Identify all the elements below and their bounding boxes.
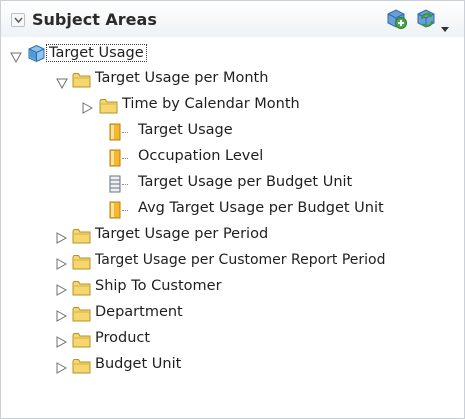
tree-item-department[interactable]: Department [1, 301, 464, 327]
tree-item-label: Target Usage [46, 44, 147, 62]
subject-areas-panel: Subject Areas Target Usage Target Usage … [0, 0, 465, 419]
tree-item-label: Target Usage per Month [95, 70, 269, 86]
panel-header: Subject Areas [1, 1, 464, 37]
tree-item-avg-target-usage-per-budget-unit[interactable]: Avg Target Usage per Budget Unit [1, 197, 464, 223]
collapsed-triangle-icon[interactable] [56, 255, 68, 274]
add-subject-area-icon[interactable] [386, 9, 408, 33]
tree-item-label: Time by Calendar Month [122, 96, 300, 112]
dropdown-arrow-icon[interactable] [441, 17, 449, 36]
collapse-panel-button[interactable] [11, 13, 25, 27]
measure-icon [109, 201, 121, 223]
tree-item-label: Target Usage per Period [95, 226, 269, 242]
tree-item-budget-unit[interactable]: Budget Unit [1, 353, 464, 379]
folder-icon [72, 254, 91, 274]
refresh-icon[interactable] [416, 9, 438, 33]
tree-item-target-usage-per-month[interactable]: Target Usage per Month [1, 67, 464, 93]
measure-icon [109, 123, 121, 145]
collapsed-triangle-icon[interactable] [56, 333, 68, 352]
collapsed-triangle-icon[interactable] [56, 359, 68, 378]
folder-icon [99, 98, 118, 118]
tree-item-product[interactable]: Product [1, 327, 464, 353]
tree-connector [122, 158, 128, 159]
tree-item-label: Avg Target Usage per Budget Unit [138, 200, 384, 216]
tree-root-target-usage[interactable]: Target Usage [1, 41, 464, 67]
attribute-column-icon [109, 175, 121, 197]
tree-connector [122, 132, 128, 133]
tree-item-label: Ship To Customer [95, 278, 222, 294]
expand-triangle-icon[interactable] [56, 74, 68, 93]
chevron-down-icon [14, 17, 23, 24]
tree-item-target-usage-measure[interactable]: Target Usage [1, 119, 464, 145]
tree-item-label: Budget Unit [95, 356, 182, 372]
tree-item-label: Occupation Level [138, 148, 264, 164]
tree-item-label: Target Usage [138, 122, 233, 138]
tree-connector [122, 184, 128, 185]
collapsed-triangle-icon[interactable] [56, 307, 68, 326]
tree-connector [122, 210, 128, 211]
tree-item-ship-to-customer[interactable]: Ship To Customer [1, 275, 464, 301]
tree-item-target-usage-per-period[interactable]: Target Usage per Period [1, 223, 464, 249]
measure-icon [109, 149, 121, 171]
folder-icon [72, 228, 91, 248]
folder-icon [72, 72, 91, 92]
folder-icon [72, 358, 91, 378]
collapsed-triangle-icon[interactable] [82, 99, 94, 118]
folder-icon [72, 280, 91, 300]
folder-icon [72, 332, 91, 352]
panel-title: Subject Areas [32, 10, 157, 29]
collapsed-triangle-icon[interactable] [56, 229, 68, 248]
cube-icon [27, 44, 46, 67]
expand-triangle-icon[interactable] [10, 48, 22, 67]
folder-icon [72, 306, 91, 326]
tree-item-label: Target Usage per Customer Report Period [95, 252, 386, 268]
tree-item-label: Department [95, 304, 183, 320]
tree-item-label: Product [95, 330, 151, 346]
tree-item-target-usage-per-customer-report-period[interactable]: Target Usage per Customer Report Period [1, 249, 464, 275]
tree-item-occupation-level[interactable]: Occupation Level [1, 145, 464, 171]
tree-item-label: Target Usage per Budget Unit [138, 174, 353, 190]
collapsed-triangle-icon[interactable] [56, 281, 68, 300]
tree-item-time-by-calendar-month[interactable]: Time by Calendar Month [1, 93, 464, 119]
tree-item-target-usage-per-budget-unit[interactable]: Target Usage per Budget Unit [1, 171, 464, 197]
